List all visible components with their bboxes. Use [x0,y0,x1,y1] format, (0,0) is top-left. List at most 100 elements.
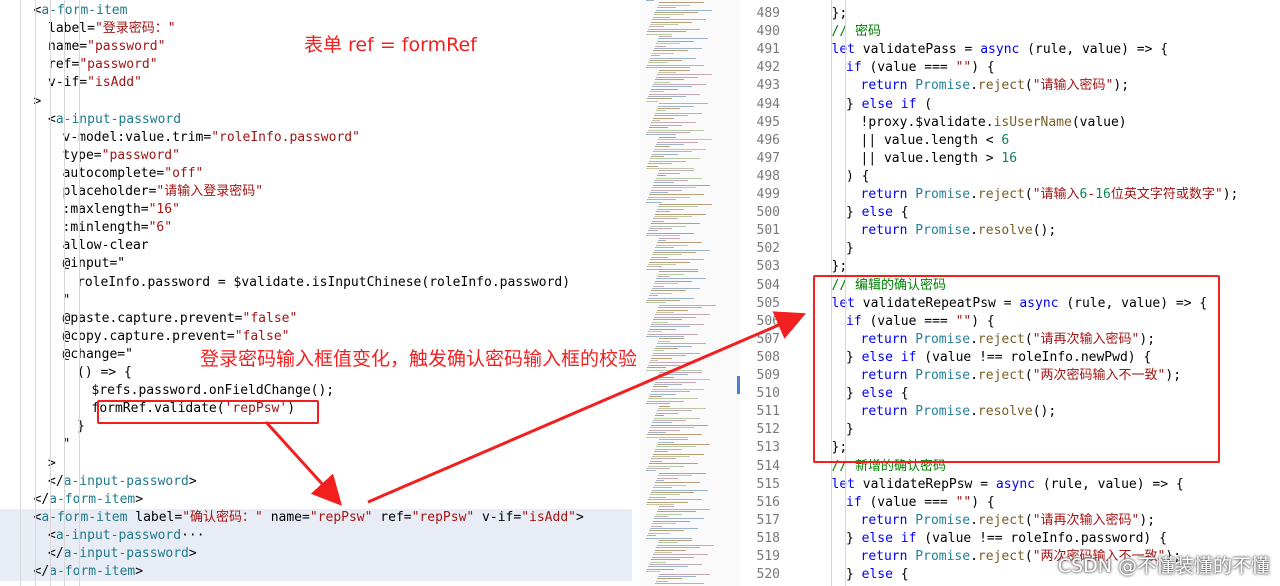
code-line[interactable]: 491 let validatePass = async (rule, value… [740,41,1280,59]
minimap-line [657,343,706,345]
minimap-line [652,288,700,289]
code-line[interactable]: > [0,93,632,111]
minimap-line [651,357,672,359]
code-line[interactable]: v-if="isAdd" [0,74,632,92]
line-number: 508 [756,349,780,365]
minimap[interactable] [640,0,740,586]
code-line[interactable]: </a-input-password> [0,545,632,563]
minimap-line [657,444,710,445]
code-line[interactable]: v-model:value.trim="roleInfo.password" [0,129,632,147]
minimap-line [657,511,696,513]
minimap-line [653,151,692,153]
minimap-line [650,494,680,496]
watermark: CSDN @不懂装懂的不懂 [1057,555,1270,577]
indent-guide [64,0,65,586]
code-line[interactable]: 518} else if (value !== roleInfo.passwor… [740,530,1280,548]
minimap-line [646,571,660,573]
code-line[interactable]: ref="password" [0,56,632,74]
code-line[interactable]: 499 return Promise.reject("请输入6-16位英文字符或数… [740,186,1280,204]
code-line[interactable]: 489}; [740,5,1280,23]
minimap-line [654,384,682,385]
code-line[interactable]: 500} else { [740,204,1280,222]
code-line[interactable]: @input=" [0,255,632,273]
code-line[interactable]: 502} [740,240,1280,258]
minimap-line [648,129,704,131]
minimap-line [654,350,664,352]
minimap-line [656,345,692,347]
code-line[interactable]: 498) { [740,168,1280,186]
validate-repeat-psw-highlight-box [813,275,1220,463]
minimap-line [657,544,714,546]
minimap-line [659,170,694,172]
minimap-line [651,492,694,493]
code-line[interactable]: 490// 密码 [740,23,1280,41]
code-line[interactable]: 501 return Promise.resolve(); [740,222,1280,240]
minimap-line [657,309,688,311]
code-line[interactable]: <a-form-item label="确认密码：" name="repPsw"… [0,508,632,527]
minimap-line [647,434,702,436]
minimap-line [650,91,664,93]
minimap-line [652,254,682,256]
code-line[interactable]: :minlength="6" [0,219,632,237]
code-line[interactable]: :maxlength="16" [0,201,632,219]
code-line[interactable]: autocomplete="off" [0,165,632,183]
code-line[interactable]: 492 if (value === "") { [740,59,1280,77]
code-line[interactable]: " [0,436,632,454]
code-line[interactable]: </a-form-item> [0,491,632,509]
minimap-line [653,554,708,556]
minimap-line [657,74,712,76]
code-line[interactable]: " [0,292,632,310]
minimap-line [653,420,686,421]
minimap-line [647,400,684,402]
line-number: 500 [756,205,780,221]
minimap-line [649,93,700,95]
minimap-line [658,441,674,443]
minimap-line [648,230,658,232]
code-line[interactable]: 495 !proxy.$validate.isUserName(value) [740,114,1280,132]
code-line[interactable]: $refs.password.onFieldChange(); [0,382,632,400]
minimap-line [646,268,698,270]
minimap-line [658,340,670,342]
minimap-line [655,516,668,517]
line-number: 518 [756,530,780,546]
code-line[interactable]: placeholder="请输入登录密码" [0,183,632,201]
code-line[interactable]: > [0,455,632,473]
code-line[interactable]: 493 return Promise.reject("请输入密码"); [740,77,1280,95]
minimap-line [646,336,684,337]
code-line[interactable]: <a-form-item [0,2,632,20]
code-line[interactable]: <a-input-password [0,111,632,129]
code-line[interactable]: @paste.capture.prevent="false" [0,310,632,328]
minimap-line [657,410,692,412]
change-annotation: 登录密码输入框值变化，触发确认密码输入框的校验 [200,348,638,370]
minimap-line [648,532,670,534]
code-line[interactable]: allow-clear [0,237,632,255]
code-line[interactable]: <a-input-password··· [0,526,632,545]
code-line[interactable]: 494} else if ( [740,96,1280,114]
code-line[interactable]: </a-input-password> [0,473,632,491]
minimap-line [647,232,694,234]
code-line[interactable]: </a-form-item> [0,563,632,582]
code-line[interactable]: 517 return Promise.reject("请再次输入密码"); [740,512,1280,530]
code-line[interactable]: type="password" [0,147,632,165]
minimap-line [653,487,672,489]
line-number: 507 [756,331,780,347]
minimap-line [650,57,696,59]
minimap-line [656,9,712,11]
indent-guide [35,0,36,586]
minimap-line [652,86,692,88]
code-line[interactable]: 515 let validateRepPsw = async (rule, val… [740,476,1280,494]
code-line[interactable]: 496 || value.length < 6 [740,132,1280,150]
minimap-line [658,105,694,107]
code-line[interactable]: 516 if (value === "") { [740,494,1280,512]
minimap-line [655,112,702,114]
minimap-line [658,307,702,309]
minimap-line [657,376,674,378]
code-line[interactable]: roleInfo.password = $validate.isInputChi… [0,274,632,292]
line-number: 496 [756,132,780,148]
code-line[interactable]: 497 || value.length > 16 [740,150,1280,168]
code-line[interactable]: 503}; [740,258,1280,276]
minimap-line [651,223,700,225]
minimap-line [654,148,706,150]
minimap-line [652,153,678,155]
left-editor-pane[interactable]: <a-form-item label="登录密码：" name="password"… [0,0,640,586]
